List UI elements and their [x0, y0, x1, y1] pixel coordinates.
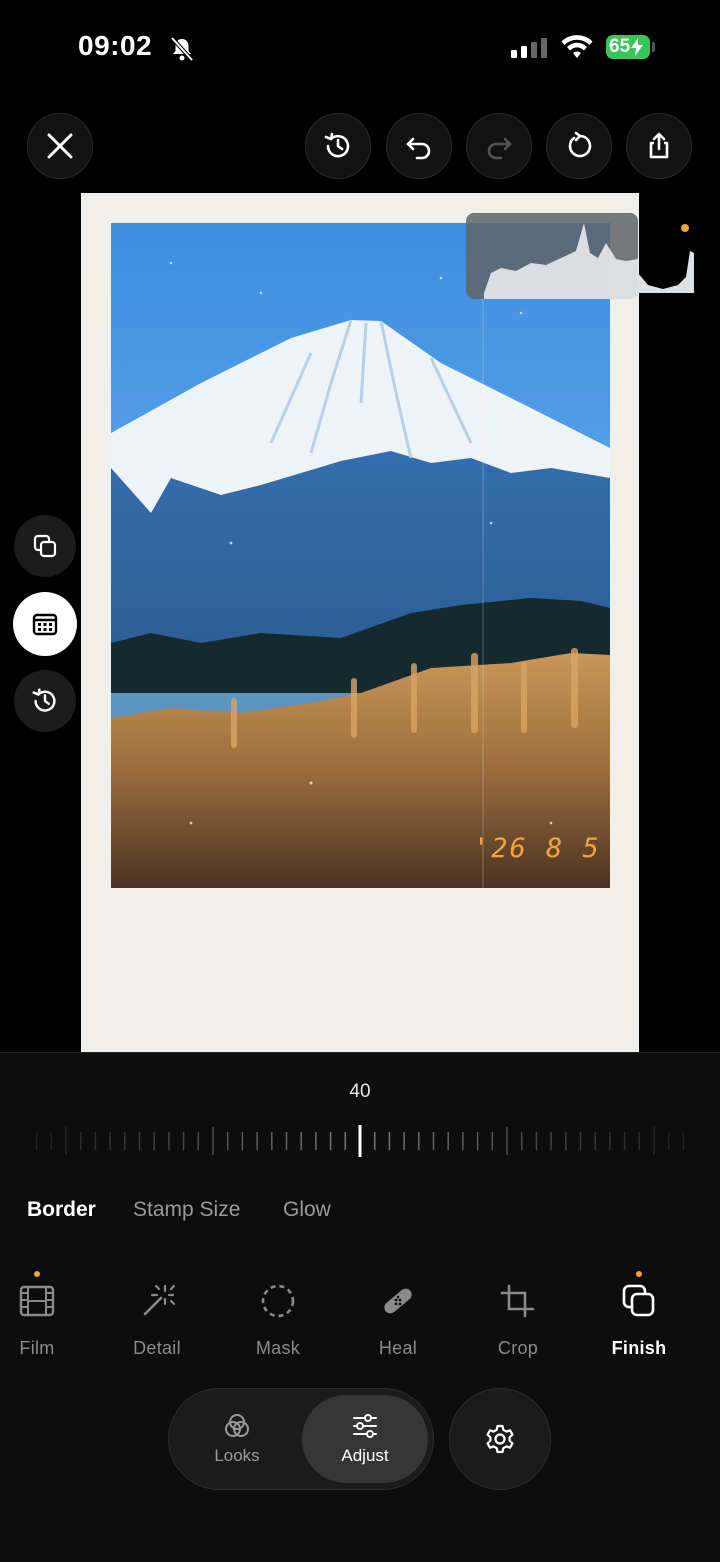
tool-film[interactable]: Film [0, 1284, 92, 1359]
close-icon [47, 133, 73, 159]
adjust-tab[interactable]: Adjust [310, 1412, 420, 1466]
copy-icon [33, 534, 57, 558]
battery-tip [652, 42, 655, 52]
tool-heal-label: Heal [378, 1338, 418, 1358]
layers-icon [622, 1284, 655, 1317]
mask-icon [261, 1284, 295, 1318]
tool-crop[interactable]: Crop [463, 1284, 573, 1359]
magic-wand-icon [143, 1284, 175, 1316]
battery-indicator: 65 [606, 35, 650, 59]
charging-bolt-icon [631, 38, 644, 56]
history-icon [32, 688, 56, 712]
option-stamp-size[interactable]: Stamp Size [133, 1198, 240, 1222]
date-stamp-button[interactable] [13, 592, 77, 656]
settings-button[interactable] [449, 1388, 551, 1490]
side-history-button[interactable] [14, 670, 76, 732]
looks-tab[interactable]: Looks [182, 1412, 292, 1466]
tool-film-label: Film [19, 1338, 55, 1358]
crop-icon [500, 1284, 535, 1318]
film-icon [19, 1285, 55, 1317]
adjust-label: Adjust [341, 1446, 389, 1465]
cellular-signal-icon [511, 38, 547, 58]
history-button[interactable] [305, 113, 371, 179]
redo-button[interactable] [466, 113, 532, 179]
battery-level: 65 [609, 36, 631, 57]
tool-finish[interactable]: Finish [584, 1284, 694, 1359]
gear-icon [486, 1424, 514, 1454]
redo-icon [487, 137, 512, 160]
looks-circles-icon [225, 1414, 249, 1437]
tool-mask-label: Mask [255, 1338, 301, 1358]
history-icon [324, 132, 350, 158]
film-modified-dot [34, 1271, 40, 1277]
rotate-reset-icon [568, 131, 592, 158]
sliders-icon [353, 1414, 377, 1438]
undo-icon [406, 137, 431, 160]
close-button[interactable] [27, 113, 93, 179]
share-button[interactable] [626, 113, 692, 179]
value-slider[interactable] [0, 1125, 720, 1157]
photo-preview[interactable]: '26 8 5 [111, 223, 610, 888]
slider-value: 40 [349, 1081, 371, 1102]
silent-bell-icon [170, 36, 194, 62]
tool-crop-label: Crop [497, 1338, 539, 1358]
compare-button[interactable] [14, 515, 76, 577]
bandage-icon [384, 1288, 412, 1314]
wifi-icon [561, 35, 593, 58]
date-stamp: '26 8 5 [473, 833, 601, 864]
tool-heal[interactable]: Heal [343, 1284, 453, 1359]
tool-detail[interactable]: Detail [102, 1284, 212, 1359]
status-time: 09:02 [78, 30, 153, 61]
tool-mask[interactable]: Mask [223, 1284, 333, 1359]
undo-button[interactable] [386, 113, 452, 179]
tool-finish-label: Finish [611, 1338, 667, 1358]
finish-modified-dot [636, 1271, 642, 1277]
option-border[interactable]: Border [27, 1198, 96, 1222]
mount-fuji-image [111, 223, 610, 888]
calendar-icon [32, 613, 58, 636]
reset-button[interactable] [546, 113, 612, 179]
share-icon [649, 132, 669, 159]
tool-detail-label: Detail [133, 1338, 181, 1358]
histogram [466, 213, 638, 299]
option-glow[interactable]: Glow [283, 1198, 331, 1222]
modified-indicator-dot [681, 224, 689, 232]
looks-label: Looks [214, 1446, 260, 1465]
